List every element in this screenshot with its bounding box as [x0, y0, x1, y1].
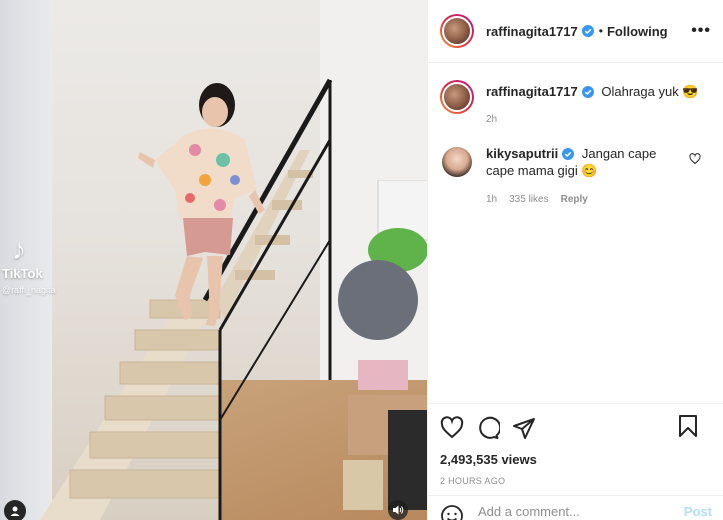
comment-bubble-icon[interactable]: [476, 416, 500, 440]
comment-time[interactable]: 1h: [486, 191, 497, 208]
following-button[interactable]: Following: [607, 24, 668, 39]
tiktok-watermark: ♪ TikTok @raffi_nagita: [2, 234, 56, 296]
post-header: raffinagita1717 • Following •••: [428, 0, 723, 63]
comment-heart-icon[interactable]: [689, 153, 701, 165]
tiktok-logo-icon: ♪: [12, 234, 26, 265]
view-count[interactable]: 2,493,535 views: [440, 452, 712, 467]
speaker-icon[interactable]: [388, 500, 408, 520]
tiktok-handle: @raffi_nagita: [2, 285, 56, 295]
video-player[interactable]: ♪ TikTok @raffi_nagita: [0, 0, 427, 520]
save-bookmark-icon[interactable]: [676, 414, 700, 438]
commenter-username[interactable]: kikysaputrii: [486, 146, 558, 161]
post-comment-button[interactable]: Post: [684, 504, 712, 519]
comment-input[interactable]: [478, 504, 684, 519]
like-heart-icon[interactable]: [440, 416, 464, 440]
post-caption: raffinagita1717 Olahraga yuk 😎 2h: [440, 80, 711, 129]
caption-author-username[interactable]: raffinagita1717: [486, 84, 578, 99]
comment-item: kikysaputrii Jangan cape cape mama gigi …: [440, 145, 711, 208]
tiktok-brand: TikTok: [2, 266, 43, 281]
author-avatar[interactable]: [440, 14, 474, 48]
header-separator: •: [598, 24, 603, 38]
reply-button[interactable]: Reply: [561, 191, 588, 208]
comment-likes[interactable]: 335 likes: [509, 191, 548, 208]
verified-badge-icon: [581, 86, 594, 98]
emoji-icon[interactable]: [440, 504, 464, 520]
post-timestamp[interactable]: 2 HOURS AGO: [440, 476, 712, 486]
caption-author-avatar[interactable]: [440, 80, 474, 114]
video-person: [138, 83, 265, 326]
commenter-avatar[interactable]: [442, 147, 472, 177]
caption-timestamp[interactable]: 2h: [486, 111, 699, 129]
verified-badge-icon: [581, 25, 594, 37]
post-actions: 2,493,535 views 2 HOURS AGO: [428, 403, 723, 486]
verified-badge-icon: [562, 148, 575, 160]
add-comment-bar: Post: [428, 495, 723, 520]
user-tag-icon[interactable]: [4, 500, 26, 520]
share-direct-icon[interactable]: [512, 416, 536, 440]
more-dots-icon[interactable]: •••: [691, 22, 711, 40]
author-username[interactable]: raffinagita1717: [486, 24, 578, 39]
post-panel: raffinagita1717 • Following ••• raffinag…: [427, 0, 723, 520]
caption-text: Olahraga yuk 😎: [601, 84, 699, 99]
video-storage-shelf: [338, 180, 427, 510]
